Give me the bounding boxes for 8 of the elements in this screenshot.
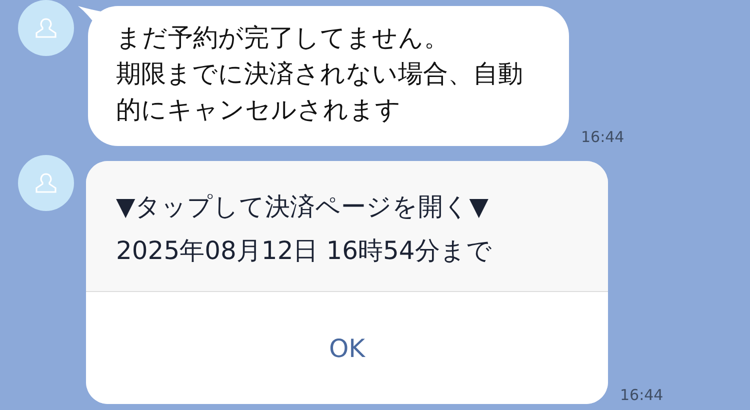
- message-text: 期限までに決済されない場合、自動的にキャンセルされます: [116, 58, 524, 126]
- message-text: まだ予約が完了してません。: [116, 22, 450, 54]
- person-icon: [35, 17, 57, 39]
- card-text: 2025年08月12日 16時54分まで: [116, 235, 493, 267]
- timestamp: 16:44: [620, 386, 664, 404]
- timestamp: 16:44: [581, 128, 624, 146]
- person-icon: [35, 172, 57, 194]
- card-text: ▼タップして決済ページを開く▼: [116, 191, 490, 223]
